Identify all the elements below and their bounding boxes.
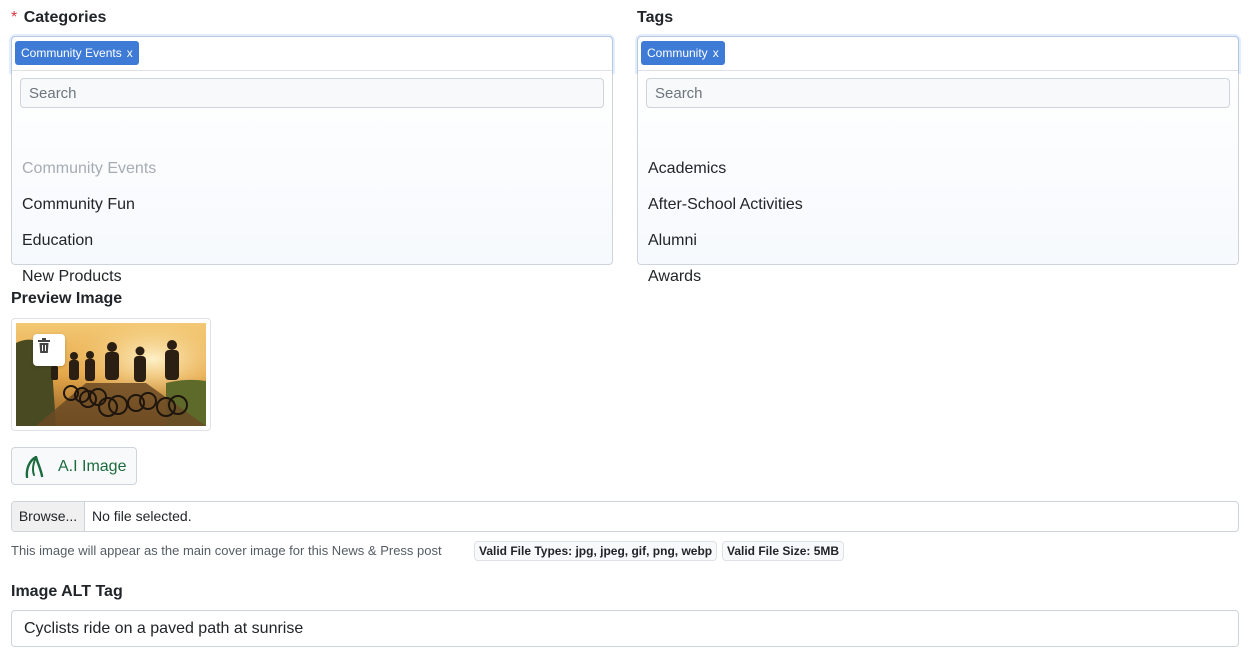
help-text: This image will appear as the main cover…: [11, 543, 442, 558]
chip-text: Community: [647, 46, 708, 60]
chip-remove-button[interactable]: x: [127, 46, 133, 60]
ai-leaf-icon: [25, 456, 44, 478]
tags-option[interactable]: Awards: [648, 268, 701, 286]
tags-search-input[interactable]: [646, 78, 1230, 108]
tags-multiselect[interactable]: Community x Academics After-School Activi…: [637, 36, 1239, 285]
categories-multiselect[interactable]: Community Events x Community Events Commu…: [11, 36, 613, 285]
required-mark: *: [11, 9, 18, 26]
delete-image-button[interactable]: [33, 334, 65, 366]
categories-chip: Community Events x: [15, 41, 139, 65]
categories-label: * Categories: [11, 9, 106, 27]
file-status: No file selected.: [92, 508, 192, 524]
ai-image-button-label: A.I Image: [58, 458, 127, 475]
file-input[interactable]: Browse... No file selected.: [11, 501, 1239, 532]
preview-image-thumbnail: [11, 318, 211, 431]
tags-option[interactable]: Alumni: [648, 232, 697, 250]
tags-control[interactable]: Community x: [638, 37, 1238, 71]
ai-image-button[interactable]: A.I Image: [11, 447, 137, 485]
file-size-badge: Valid File Size: 5MB: [722, 541, 845, 561]
alt-tag-label: Image ALT Tag: [11, 583, 123, 600]
categories-option[interactable]: Community Fun: [22, 196, 135, 214]
chip-remove-button[interactable]: x: [713, 46, 719, 60]
chip-text: Community Events: [21, 46, 122, 60]
categories-option: Community Events: [22, 160, 157, 177]
browse-button[interactable]: Browse...: [12, 502, 85, 531]
preview-image-label: Preview Image: [11, 290, 123, 307]
categories-label-text: Categories: [23, 9, 107, 26]
categories-option[interactable]: New Products: [22, 268, 122, 286]
trash-icon: [38, 338, 50, 353]
categories-dropdown: Community Events Community Fun Education…: [12, 71, 612, 285]
tags-dropdown: Academics After-School Activities Alumni…: [638, 71, 1238, 285]
categories-option[interactable]: Education: [22, 232, 93, 250]
tags-option[interactable]: After-School Activities: [648, 196, 803, 214]
categories-search-input[interactable]: [20, 78, 604, 108]
categories-control[interactable]: Community Events x: [12, 37, 612, 71]
tags-label: Tags: [637, 9, 674, 26]
file-types-badge: Valid File Types: jpg, jpeg, gif, png, w…: [474, 541, 718, 561]
tags-chip: Community x: [641, 41, 725, 65]
alt-tag-input[interactable]: [11, 610, 1239, 647]
tags-option[interactable]: Academics: [648, 160, 726, 178]
